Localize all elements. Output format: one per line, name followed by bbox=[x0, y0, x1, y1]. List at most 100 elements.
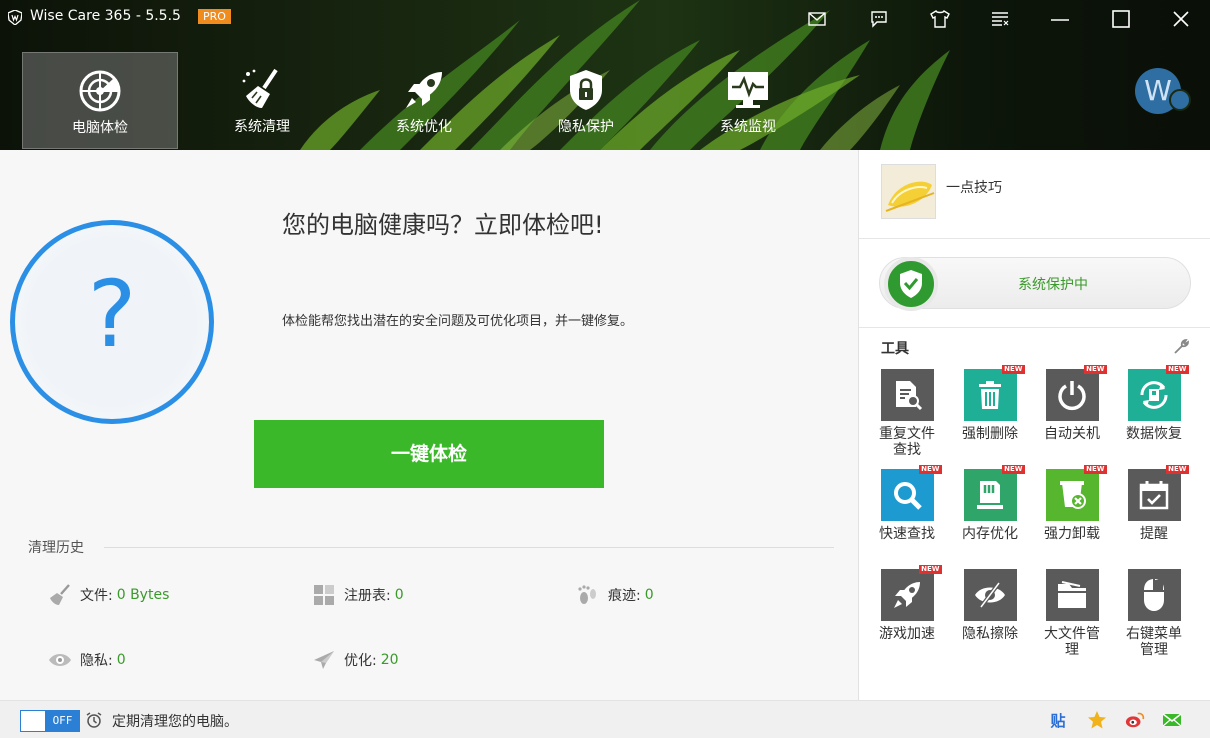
maximize-icon[interactable] bbox=[1110, 8, 1132, 30]
tab-label: 系统优化 bbox=[396, 119, 452, 135]
history-title: 清理历史 bbox=[28, 540, 84, 556]
tool-game-boost[interactable]: NEW 游戏加速 bbox=[870, 565, 944, 642]
tool-auto-shutdown[interactable]: NEW 自动关机 bbox=[1035, 365, 1109, 442]
history-registry: 注册表: 0 bbox=[312, 583, 404, 607]
tool-large-file-manager[interactable]: 大文件管 理 bbox=[1035, 569, 1109, 658]
minimize-icon[interactable] bbox=[1049, 8, 1071, 30]
shield-lock-icon bbox=[570, 70, 602, 110]
app-title: Wise Care 365 - 5.5.5 bbox=[30, 8, 181, 24]
pro-badge: PRO bbox=[198, 9, 231, 24]
tab-system-clean[interactable]: 系统清理 bbox=[184, 52, 340, 149]
app-logo-icon bbox=[8, 10, 22, 25]
tab-label: 电脑体检 bbox=[72, 120, 128, 136]
tool-label: 重复文件 查找 bbox=[879, 426, 935, 458]
new-badge: NEW bbox=[1084, 365, 1107, 374]
star-icon[interactable] bbox=[1087, 710, 1107, 730]
tool-force-uninstall[interactable]: NEW 强力卸载 bbox=[1035, 465, 1109, 542]
tip-thumbnail[interactable] bbox=[881, 164, 936, 219]
broom-icon bbox=[242, 68, 278, 108]
tool-label: 大文件管 理 bbox=[1044, 626, 1100, 658]
tieba-icon[interactable]: 贴 bbox=[1048, 710, 1068, 730]
tool-memory-optimize[interactable]: NEW 内存优化 bbox=[953, 465, 1027, 542]
history-label: 优化: bbox=[344, 653, 377, 669]
folder-icon bbox=[1045, 569, 1099, 621]
new-badge: NEW bbox=[1084, 465, 1107, 474]
search-icon: NEW bbox=[880, 465, 942, 521]
tool-force-delete[interactable]: NEW 强制删除 bbox=[953, 365, 1027, 442]
tool-privacy-erase[interactable]: 隐私擦除 bbox=[953, 569, 1027, 642]
weibo-icon[interactable] bbox=[1125, 710, 1145, 730]
skin-icon[interactable] bbox=[929, 8, 951, 30]
history-label: 痕迹: bbox=[608, 588, 641, 604]
history-label: 隐私: bbox=[80, 653, 113, 669]
tool-label: 强制删除 bbox=[962, 426, 1018, 442]
health-status-circle: ? bbox=[10, 220, 214, 424]
tip-label[interactable]: 一点技巧 bbox=[946, 177, 1002, 197]
paper-plane-icon bbox=[312, 648, 336, 672]
mouse-icon bbox=[1127, 569, 1181, 621]
one-click-checkup-button[interactable]: 一键体检 bbox=[254, 420, 604, 488]
tab-privacy-protect[interactable]: 隐私保护 bbox=[508, 52, 664, 149]
header: Wise Care 365 - 5.5.5 PRO 电脑体检 系统清理 系统优化… bbox=[0, 0, 1210, 150]
right-panel: 一点技巧 系统保护中 工具 重复文件 查找 NEW 强制删除 NEW 自动关机 … bbox=[858, 150, 1210, 700]
tool-label: 提醒 bbox=[1140, 526, 1168, 542]
recover-icon: NEW bbox=[1127, 365, 1189, 421]
tab-label: 系统监视 bbox=[720, 119, 776, 135]
history-value: 0 bbox=[394, 587, 404, 603]
toggle-state: OFF bbox=[46, 711, 79, 731]
tab-label: 隐私保护 bbox=[558, 119, 614, 135]
tool-label: 内存优化 bbox=[962, 526, 1018, 542]
eye-slash-icon bbox=[963, 569, 1017, 621]
calendar-icon: NEW bbox=[1127, 465, 1189, 521]
tab-system-monitor[interactable]: 系统监视 bbox=[670, 52, 826, 149]
title-bar: Wise Care 365 - 5.5.5 PRO bbox=[0, 0, 1210, 36]
history-files: 文件: 0 Bytes bbox=[48, 583, 169, 607]
history-privacy: 隐私: 0 bbox=[48, 648, 126, 672]
tab-system-optimize[interactable]: 系统优化 bbox=[346, 52, 502, 149]
wrench-icon[interactable] bbox=[1173, 339, 1189, 355]
footprint-icon bbox=[576, 583, 600, 607]
mail-icon[interactable] bbox=[806, 8, 828, 30]
page-description: 体检能帮您找出潜在的安全问题及可优化项目，并一键修复。 bbox=[282, 314, 634, 329]
eye-icon bbox=[48, 648, 72, 672]
tool-label: 自动关机 bbox=[1044, 426, 1100, 442]
history-value: 20 bbox=[380, 652, 399, 668]
avatar-status-dot bbox=[1169, 89, 1191, 111]
tool-label: 数据恢复 bbox=[1126, 426, 1182, 442]
page-title: 您的电脑健康吗？立即体检吧! bbox=[282, 211, 604, 239]
tool-duplicate-file-finder[interactable]: 重复文件 查找 bbox=[870, 369, 944, 458]
tool-reminder[interactable]: NEW 提醒 bbox=[1117, 465, 1191, 542]
tab-pc-checkup[interactable]: 电脑体检 bbox=[22, 52, 178, 149]
close-icon[interactable] bbox=[1170, 8, 1192, 30]
history-value: 0 bbox=[644, 587, 654, 603]
memory-icon: NEW bbox=[963, 465, 1025, 521]
menu-icon[interactable] bbox=[989, 8, 1011, 30]
tool-context-menu-manager[interactable]: 右键菜单 管理 bbox=[1117, 569, 1191, 658]
tool-label: 快速查找 bbox=[879, 526, 935, 542]
history-label: 注册表: bbox=[344, 588, 391, 604]
history-label: 文件: bbox=[80, 588, 113, 604]
registry-icon bbox=[312, 583, 336, 607]
monitor-icon bbox=[728, 72, 768, 108]
duplicate-file-icon bbox=[880, 369, 934, 421]
tools-title: 工具 bbox=[881, 341, 909, 357]
tool-data-recovery[interactable]: NEW 数据恢复 bbox=[1117, 365, 1191, 442]
new-badge: NEW bbox=[919, 465, 942, 474]
feedback-icon[interactable] bbox=[868, 8, 890, 30]
trash-icon: NEW bbox=[963, 365, 1025, 421]
tool-quick-search[interactable]: NEW 快速查找 bbox=[870, 465, 944, 542]
divider bbox=[104, 547, 834, 548]
wechat-mail-icon[interactable] bbox=[1162, 710, 1182, 730]
alarm-clock-icon bbox=[86, 712, 102, 728]
new-badge: NEW bbox=[919, 565, 942, 574]
checkup-panel: ? 您的电脑健康吗？立即体检吧! 体检能帮您找出潜在的安全问题及可优化项目，并一… bbox=[0, 150, 858, 700]
new-badge: NEW bbox=[1166, 465, 1189, 474]
history-traces: 痕迹: 0 bbox=[576, 583, 654, 607]
schedule-toggle[interactable]: OFF bbox=[20, 710, 80, 732]
radar-icon bbox=[79, 70, 121, 112]
divider bbox=[859, 327, 1210, 328]
toggle-knob bbox=[21, 711, 46, 731]
protection-status[interactable]: 系统保护中 bbox=[879, 257, 1191, 311]
rocket-icon: NEW bbox=[880, 565, 942, 621]
tool-label: 右键菜单 管理 bbox=[1126, 626, 1182, 658]
